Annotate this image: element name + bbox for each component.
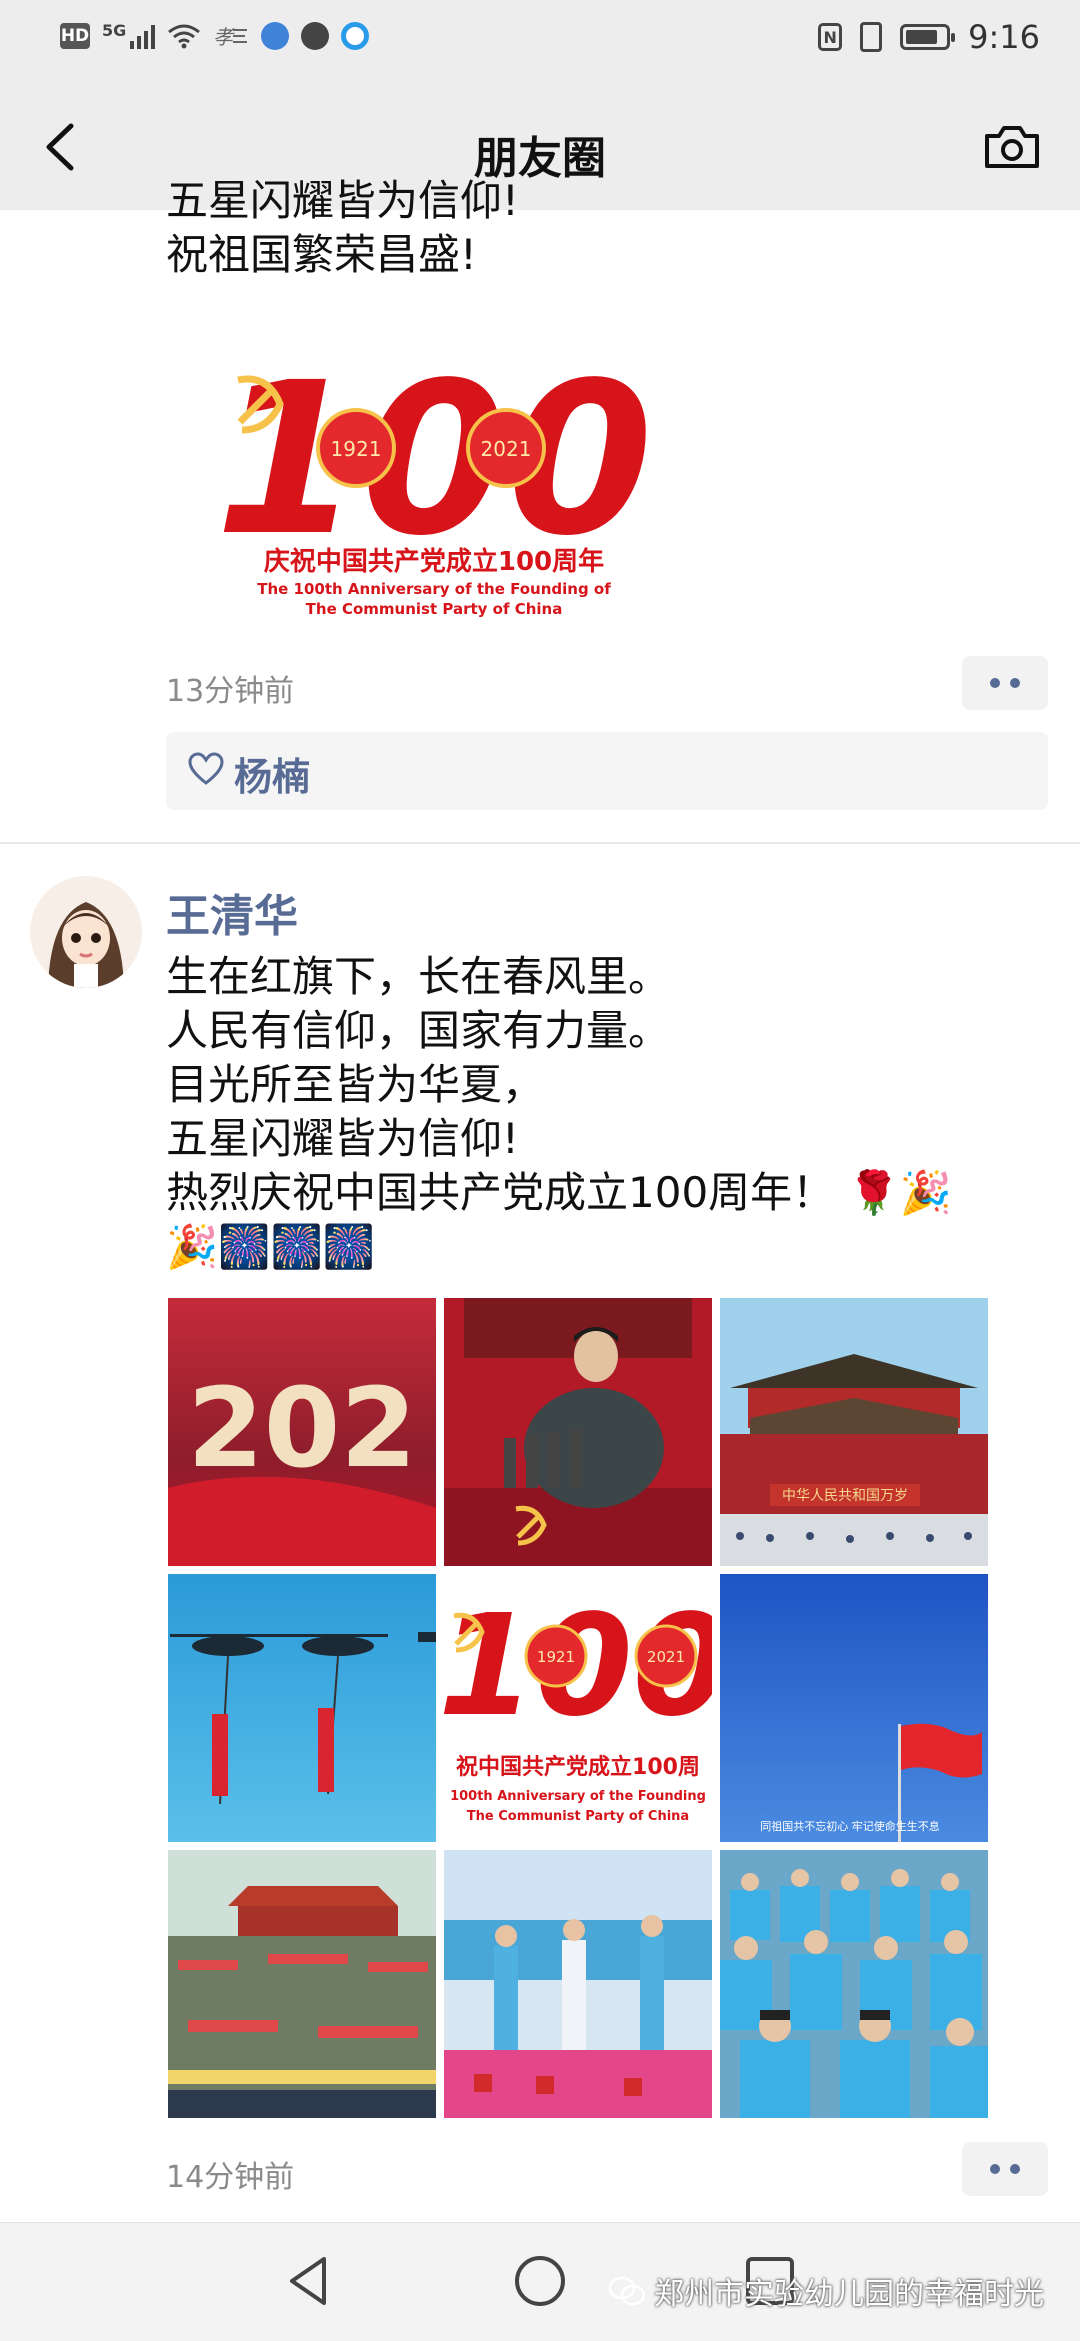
app-ring-icon [341, 22, 370, 50]
post2-line: 生在红旗下，长在春风里。 [166, 952, 671, 1001]
page-title: 朋友圈 [474, 133, 606, 184]
vibrate-icon [860, 22, 883, 52]
gate-banner-text: 中华人民共和国万岁 [782, 1488, 908, 1504]
app-notification-icon: 孝 [213, 25, 248, 49]
avatar-image [30, 876, 142, 988]
logo-caption-cn: 祝中国共产党成立100周 [456, 1754, 700, 1780]
browser-app-icon [261, 22, 290, 50]
post1-time: 13分钟前 [166, 674, 295, 709]
nfc-icon: N [818, 23, 843, 51]
post1-line: 五星闪耀皆为信仰! [166, 176, 519, 225]
signal-icon [130, 23, 156, 49]
dot-icon [1010, 678, 1020, 688]
photo-national-flag[interactable]: 同祖国共不忘初心 牢记使命生生不息 [720, 1574, 988, 1842]
hd-icon: HD [60, 23, 90, 49]
centenary-logo: 100 1921 2021 庆祝中国共产党成立100周年 The 100th A… [215, 337, 653, 618]
photo-centenary-logo[interactable]: 100 1921 2021 祝中国共产党成立100周 100th Anniver… [444, 1574, 712, 1842]
photo-square-crowd[interactable] [168, 1850, 436, 2118]
post1-line: 祝祖国繁荣昌盛! [166, 230, 477, 279]
photo-helicopters[interactable] [168, 1574, 436, 1842]
status-left: HD 5G 孝 [60, 20, 370, 50]
logo-caption-en-2: The Communist Party of China [467, 1809, 689, 1824]
post2-time: 14分钟前 [166, 2160, 295, 2195]
svg-text:孝: 孝 [213, 25, 235, 49]
battery-icon [900, 24, 956, 50]
photo-grid: 202 中华人民共和国万岁 1921 2021 祝中国共产党成立100周 100… [168, 1298, 988, 2118]
post2-line: 热烈庆祝中国共产党成立100周年！ 🌹🎉 [166, 1168, 953, 1217]
5g-label: 5G [102, 20, 127, 40]
year-2021: 2021 [647, 1648, 685, 1666]
camera-icon [985, 126, 1039, 168]
logo-caption-cn: 庆祝中国共产党成立100周年 [264, 546, 604, 577]
photo-2021-numbers[interactable]: 202 [168, 1298, 436, 1566]
heart-icon [188, 752, 224, 785]
post2-line: 五星闪耀皆为信仰! [166, 1114, 519, 1163]
post1-text: 五星闪耀皆为信仰! 祝祖国繁荣昌盛! [166, 176, 519, 282]
post2-more-button[interactable] [962, 2142, 1048, 2196]
account-watermark: 郑州市实验幼儿园的幸福时光 [608, 2269, 1044, 2313]
wifi-icon [168, 24, 201, 49]
year-1921: 1921 [331, 437, 382, 461]
logo-caption-en-1: The 100th Anniversary of the Founding of [257, 580, 611, 598]
photo-student-formation[interactable] [720, 1850, 988, 2118]
post1-more-button[interactable] [962, 656, 1048, 710]
status-right: N 9:16 [818, 18, 1040, 56]
post-divider [0, 842, 1080, 844]
clock: 9:16 [968, 18, 1040, 56]
photo-students-performing[interactable] [444, 1850, 712, 2118]
photo-leader-speech[interactable] [444, 1298, 712, 1566]
centenary-number: 100 [215, 337, 653, 582]
liker-name[interactable]: 杨楠 [234, 746, 310, 801]
nav-home-icon[interactable] [512, 2253, 568, 2309]
app-badge-icon [301, 22, 330, 50]
nav-back-icon[interactable] [282, 2253, 338, 2309]
logo-caption-en-1: 100th Anniversary of the Founding [450, 1789, 706, 1804]
status-bar: HD 5G 孝 N 9:16 [0, 0, 1080, 84]
photo-2021-text: 202 [187, 1364, 417, 1492]
photo-tiananmen-gate[interactable]: 中华人民共和国万岁 [720, 1298, 988, 1566]
avatar[interactable] [30, 876, 142, 988]
post2-line: 人民有信仰，国家有力量。 [166, 1006, 671, 1055]
nav-bar: 朋友圈 [0, 84, 1080, 210]
system-nav-bar: 郑州市实验幼儿园的幸福时光 [0, 2222, 1080, 2341]
flag-caption: 同祖国共不忘初心 牢记使命生生不息 [760, 1819, 940, 1833]
post2-line: 目光所至皆为华夏， [166, 1060, 545, 1109]
year-1921: 1921 [537, 1648, 575, 1666]
post1-likes: 杨楠 [166, 732, 1048, 810]
post2-text: 生在红旗下，长在春风里。 人民有信仰，国家有力量。 目光所至皆为华夏， 五星闪耀… [166, 950, 952, 1274]
wechat-icon [608, 2276, 646, 2306]
dot-icon [990, 678, 1000, 688]
post-author[interactable]: 王清华 [166, 880, 298, 944]
watermark-text: 郑州市实验幼儿园的幸福时光 [654, 2277, 1044, 2312]
dot-icon [1010, 2164, 1020, 2174]
year-2021: 2021 [481, 437, 532, 461]
post2-line: 🎉🎆🎆🎆 [166, 1222, 376, 1271]
logo-caption-en-2: The Communist Party of China [306, 600, 563, 618]
camera-button[interactable] [980, 114, 1044, 178]
dot-icon [990, 2164, 1000, 2174]
post1-image[interactable]: 100 1921 2021 庆祝中国共产党成立100周年 The 100th A… [166, 332, 702, 632]
